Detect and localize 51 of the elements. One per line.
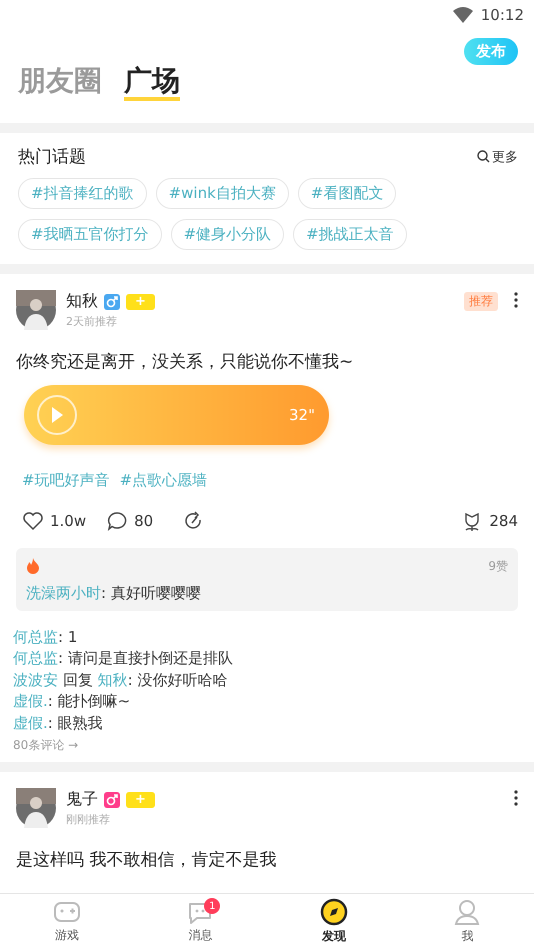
voice-message[interactable]: 32" (24, 385, 329, 445)
recommend-tag: 推荐 (464, 292, 498, 311)
tab-bar-item[interactable]: 发现 (267, 894, 400, 949)
compass-icon (320, 898, 348, 926)
comment-text: 虚假.: 眼熟我 (13, 712, 104, 734)
comment-text: 波波安 回复 知秋: 没你好听哈哈 (13, 670, 228, 690)
post-time: 2天前推荐 (66, 314, 118, 329)
publish-button[interactable]: 发布 (464, 38, 518, 65)
unread-badge: 1 (204, 898, 220, 914)
tab-bar-item[interactable]: 我 (400, 894, 534, 949)
comment-text: 何总监: 请问是直接扑倒还是排队 (13, 648, 234, 669)
more-icon[interactable] (514, 292, 518, 308)
gamepad-icon (52, 899, 81, 925)
comment-icon[interactable] (106, 511, 128, 531)
person-icon (453, 898, 482, 926)
topic-chip[interactable]: #我晒五官你打分 (18, 219, 162, 250)
post-tag[interactable]: #点歌心愿墙 (120, 471, 208, 490)
more-link[interactable]: 更多 (477, 148, 518, 166)
topic-chip[interactable]: #挑战正太音 (293, 219, 407, 250)
heart-icon[interactable] (22, 511, 44, 531)
post-tag[interactable]: #玩吧好声音 (22, 471, 110, 490)
user-name[interactable]: 鬼子 (66, 789, 98, 810)
comment-text: 虚假.: 能扑倒嘛~ (13, 691, 132, 712)
user-name[interactable]: 知秋 (66, 291, 98, 312)
comment-text: 洗澡两小时: 真好听嘤嘤嘤 (26, 583, 202, 604)
comment-text: 何总监: 1 (13, 626, 78, 648)
tab-bar-item[interactable]: 游戏 (0, 894, 134, 949)
status-time: 10:12 (480, 6, 524, 24)
topic-chip[interactable]: #wink自拍大赛 (156, 178, 289, 209)
fire-icon (26, 558, 40, 574)
level-badge: + (126, 792, 155, 808)
topic-chip[interactable]: #抖音捧红的歌 (18, 178, 147, 209)
comment-count: 80 (134, 512, 154, 530)
post-time: 刚刚推荐 (66, 812, 111, 827)
section-title: 热门话题 (18, 146, 86, 168)
like-count: 9赞 (488, 558, 508, 575)
post-text: 是这样吗 我不敢相信，肯定不是我 (16, 849, 278, 871)
level-badge: + (126, 294, 155, 310)
topic-chip[interactable]: #健身小分队 (170, 219, 284, 250)
flower-count: 284 (489, 512, 518, 530)
all-comments-link[interactable]: 80条评论 → (13, 738, 78, 752)
topic-chip[interactable]: #看图配文 (298, 178, 396, 209)
more-icon[interactable] (514, 790, 518, 806)
header-tab[interactable]: 朋友圈 (18, 65, 102, 101)
play-icon (36, 394, 78, 436)
post-text: 你终究还是离开，没关系，只能说你不懂我~ (16, 351, 354, 373)
search-icon (477, 150, 490, 163)
like-count: 1.0w (50, 512, 86, 530)
tab-bar-item[interactable]: 1 消息 (134, 894, 267, 949)
wifi-icon (452, 7, 473, 23)
header-tab[interactable]: 广场 (124, 65, 180, 101)
